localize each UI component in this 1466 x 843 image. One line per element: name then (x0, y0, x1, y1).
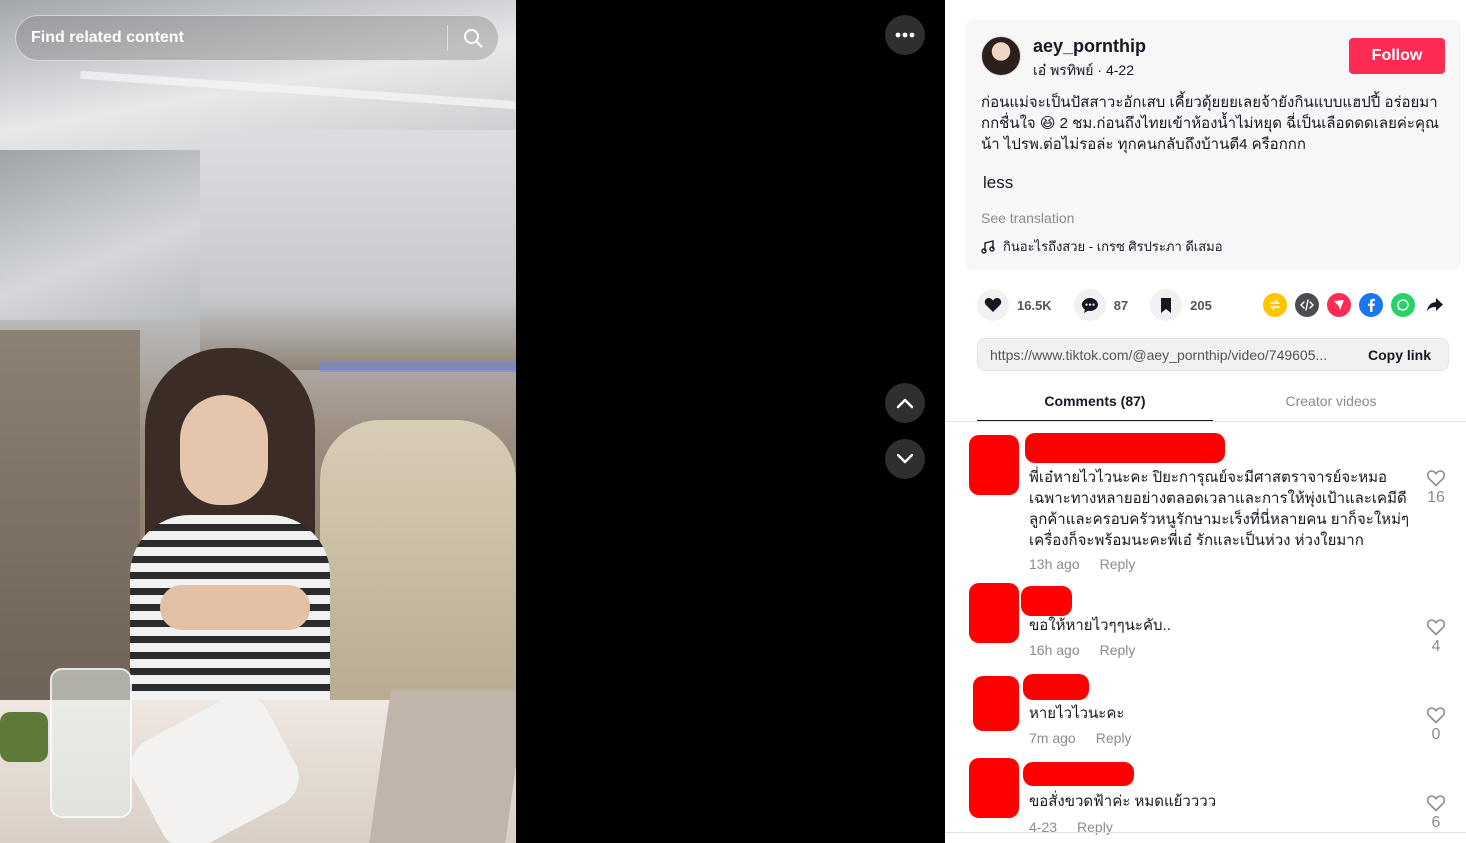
music-note-icon (981, 239, 995, 254)
comments-bottom-divider (945, 832, 1466, 833)
comment-count: 87 (1113, 297, 1129, 313)
tab-comments[interactable]: Comments (87) (977, 388, 1213, 422)
person-arm (160, 585, 310, 630)
commenter-avatar-redacted[interactable] (969, 583, 1019, 643)
author-username[interactable]: aey_pornthip (1033, 36, 1146, 57)
comment-like-count: 4 (1431, 638, 1441, 655)
next-video-button[interactable] (885, 439, 925, 479)
tab-creator-videos[interactable]: Creator videos (1213, 388, 1449, 422)
author-nickname: เอ๋ พรทิพย์ (1033, 62, 1094, 78)
cabin-ambient-light (320, 362, 516, 372)
post-date: 4-22 (1105, 62, 1134, 78)
separator-dot: · (1097, 62, 1106, 78)
video-player-area: Find related content (0, 0, 945, 843)
comment-like[interactable]: 6 (1423, 794, 1449, 832)
cabin-panel (0, 150, 200, 320)
heart-outline-icon[interactable] (1426, 794, 1446, 812)
heart-icon[interactable] (977, 289, 1009, 321)
bookmark-icon[interactable] (1150, 289, 1183, 321)
music-row[interactable]: กินอะไรถึงสวย - เกรซ ศิรประภา ดีเสมอ (981, 236, 1223, 257)
details-panel: aey_pornthip เอ๋ พรทิพย์ · 4-22 Follow ก… (945, 0, 1466, 843)
author-subtitle: เอ๋ พรทิพย์ · 4-22 (1033, 60, 1134, 82)
comment-meta: 7m ago Reply (1029, 730, 1132, 746)
previous-video-button[interactable] (885, 383, 925, 423)
commenter-avatar-redacted[interactable] (969, 435, 1019, 495)
cabin-wall (200, 130, 516, 370)
comment-like-count: 16 (1427, 489, 1445, 506)
chevron-down-icon (896, 453, 914, 464)
follow-button[interactable]: Follow (1349, 38, 1445, 74)
commenter-name-redacted[interactable] (1023, 674, 1089, 700)
repost-icon[interactable] (1263, 293, 1287, 317)
commenter-name-redacted[interactable] (1023, 762, 1134, 786)
share-icons (1263, 293, 1447, 317)
heart-outline-icon[interactable] (1426, 469, 1446, 487)
description-card: aey_pornthip เอ๋ พรทิพย์ · 4-22 Follow ก… (965, 20, 1461, 270)
facebook-icon[interactable] (1359, 293, 1383, 317)
like-action[interactable]: 16.5K (977, 289, 1052, 321)
seat-right (320, 420, 516, 720)
share-arrow-icon[interactable] (1423, 293, 1447, 317)
comment-like-count: 6 (1431, 814, 1441, 831)
comment-text: พี่เอ๋หายไวไวนะคะ ปิยะการุณย์จะมีศาสตราจ… (1029, 469, 1410, 549)
send-to-friends-icon[interactable] (1327, 293, 1351, 317)
comment-meta: 13h ago Reply (1029, 556, 1135, 572)
tiktok-video-page: Find related content aey_pornthip เอ๋ พร… (0, 0, 1466, 843)
whatsapp-icon[interactable] (1391, 293, 1415, 317)
action-bar: 16.5K 87 205 (977, 289, 1234, 321)
heart-outline-icon[interactable] (1426, 618, 1446, 636)
author-avatar[interactable] (981, 36, 1021, 76)
search-icon[interactable] (448, 16, 498, 60)
heart-outline-icon[interactable] (1426, 706, 1446, 724)
salad-plate (0, 712, 48, 762)
see-translation-link[interactable]: See translation (981, 210, 1074, 226)
comment-meta: 16h ago Reply (1029, 642, 1135, 658)
video-frame[interactable]: Find related content (0, 0, 516, 843)
video-link-url[interactable]: https://www.tiktok.com/@aey_pornthip/vid… (990, 347, 1348, 363)
less-link[interactable]: less (983, 173, 1013, 193)
more-options-button[interactable] (885, 15, 925, 55)
comment-like[interactable]: 0 (1423, 706, 1449, 744)
reply-button[interactable]: Reply (1100, 642, 1136, 658)
search-bar[interactable]: Find related content (15, 15, 499, 61)
comment-time: 7m ago (1029, 730, 1076, 746)
comment-action[interactable]: 87 (1073, 289, 1129, 321)
person-face (180, 395, 268, 505)
post-caption: ก่อนแม่จะเป็นปัสสาวะอักเสบ เคี้ยวดุ้ยยยเ… (981, 94, 1439, 153)
comment-text: ขอให้หายไวๆๆนะคับ.. (1029, 617, 1171, 634)
comment-text: หายไวไวนะคะ (1029, 705, 1125, 722)
reply-button[interactable]: Reply (1096, 730, 1132, 746)
embed-icon[interactable] (1295, 293, 1319, 317)
chevron-up-icon (896, 398, 914, 409)
comment-icon[interactable] (1073, 289, 1106, 321)
commenter-avatar-redacted[interactable] (973, 676, 1019, 731)
search-input[interactable]: Find related content (31, 29, 447, 47)
comment-text: ขอสั่งขวดฟ้าค่ะ หมดแย้วววว (1029, 793, 1217, 810)
reply-button[interactable]: Reply (1100, 556, 1136, 572)
commenter-avatar-redacted[interactable] (969, 758, 1019, 818)
table-side (369, 690, 516, 843)
copy-link-button[interactable]: Copy link (1368, 347, 1431, 363)
save-action[interactable]: 205 (1150, 289, 1212, 321)
more-dots-icon (895, 32, 915, 38)
comment-like-count: 0 (1431, 726, 1441, 743)
music-title: กินอะไรถึงสวย - เกรซ ศิรประภา ดีเสมอ (1003, 239, 1223, 254)
comment-time: 16h ago (1029, 642, 1080, 658)
panel-tabs: Comments (87) Creator videos (977, 388, 1449, 422)
comment-like[interactable]: 16 (1423, 469, 1449, 507)
commenter-name-redacted[interactable] (1021, 586, 1072, 616)
comment-time: 13h ago (1029, 556, 1080, 572)
video-link-box: https://www.tiktok.com/@aey_pornthip/vid… (977, 338, 1449, 371)
save-count: 205 (1190, 297, 1212, 313)
comment-like[interactable]: 4 (1423, 618, 1449, 656)
seat-left (0, 330, 140, 710)
water-glass (50, 668, 132, 818)
tabs-divider (945, 421, 1466, 422)
like-count: 16.5K (1017, 297, 1052, 313)
commenter-name-redacted[interactable] (1025, 433, 1225, 463)
